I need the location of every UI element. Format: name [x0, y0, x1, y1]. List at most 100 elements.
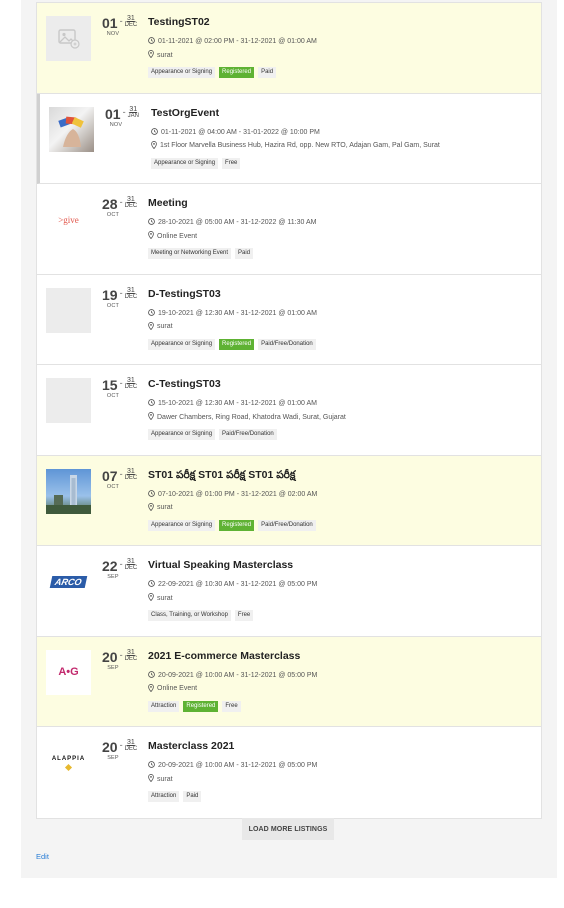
listing-time-text: 19-10-2021 @ 12:30 AM - 31-12-2021 @ 01:…: [158, 309, 317, 317]
listing-title[interactable]: Meeting: [148, 197, 188, 209]
start-day: 20: [102, 739, 118, 755]
date-separator: -: [119, 16, 123, 26]
listing-tag: Attraction: [148, 791, 180, 802]
listing-title[interactable]: TestOrgEvent: [151, 107, 219, 119]
listing-tag: Paid/Free/Donation: [258, 519, 316, 531]
listing-title[interactable]: Masterclass 2021: [148, 740, 234, 752]
clock-icon: [148, 670, 158, 680]
listing-time-text: 20-09-2021 @ 10:00 AM - 31-12-2021 @ 05:…: [158, 762, 318, 769]
listing-tag: Free: [234, 610, 254, 621]
listing-tag: Paid: [258, 67, 277, 78]
listing-title[interactable]: TestingST02: [148, 16, 210, 28]
end-month: JAN: [127, 112, 139, 119]
listing-tags: Attraction Registered Free: [148, 700, 241, 712]
listing-location-text: surat: [157, 51, 173, 59]
listing-item[interactable]: A•G 20-31 DEC SEP 2021 E-commerce Masterclas…: [37, 636, 541, 727]
event-date: 19-31 DEC OCT: [102, 287, 144, 309]
listing-title[interactable]: Virtual Speaking Masterclass: [148, 559, 293, 571]
event-thumbnail: [46, 287, 91, 333]
listing-time: 15-10-2021 @ 12:30 AM - 31-12-2021 @ 01:…: [148, 399, 317, 408]
listing-tags: Appearance or Signing Registered Paid/Free…: [148, 338, 316, 350]
start-month: NOV: [106, 31, 120, 37]
start-month: OCT: [106, 212, 120, 218]
listing-item[interactable]: 19-31 DEC OCT D-TestingST03 19-10-2021 @ 12:…: [37, 274, 541, 365]
edit-link[interactable]: Edit: [36, 852, 49, 861]
end-month: DEC: [124, 565, 138, 571]
listing-location-text: surat: [157, 775, 173, 783]
listing-tags: Class, Training, or Workshop Free: [148, 610, 254, 621]
listing-time-text: 22-09-2021 @ 10:30 AM - 31-12-2021 @ 05:…: [158, 581, 318, 588]
listing-tags: Appearance or Signing Paid/Free/Donation: [148, 429, 277, 440]
event-date: 07-31 DEC OCT: [102, 467, 144, 490]
listing-item[interactable]: 07-31 DEC OCT ST01 పరీక్ష ST01 పరీక్ష ST01 …: [37, 455, 541, 546]
listing-tags: Meeting or Networking Event Paid: [148, 248, 254, 259]
end-date: 31 JAN: [127, 106, 139, 119]
listing-title[interactable]: ST01 పరీక్ష ST01 పరీక్ష ST01 పరీక్ష: [148, 469, 295, 484]
listing-location-text: surat: [157, 504, 173, 511]
date-separator: -: [119, 378, 123, 388]
listing-tag: Appearance or Signing: [148, 338, 216, 350]
arco-logo: ARCO: [46, 559, 91, 604]
listing-tag: Attraction: [148, 700, 180, 712]
listing-tag: Paid: [235, 248, 254, 259]
listing-tag: Meeting or Networking Event: [148, 248, 232, 259]
load-more-button[interactable]: LOAD MORE LISTINGS: [242, 818, 334, 840]
alappia-logo: ALAPPIA: [46, 740, 91, 785]
date-separator: -: [119, 468, 123, 479]
end-month: DEC: [124, 384, 138, 390]
listing-item[interactable]: >give 28-31 DEC OCT Meeting 28-10-2021 @ 05:0…: [37, 184, 541, 275]
listing-item[interactable]: 15-31 DEC OCT C-TestingST03 15-10-2021 @ 12:…: [37, 365, 541, 456]
event-photo: [49, 106, 94, 152]
date-separator: -: [119, 559, 123, 569]
event-photo: [46, 468, 91, 514]
listing-title[interactable]: C-TestingST03: [148, 378, 221, 390]
start-day: 15: [102, 377, 118, 393]
date-separator: -: [122, 106, 126, 117]
registered-badge: Registered: [183, 700, 219, 712]
listing-tag: Appearance or Signing: [148, 67, 216, 78]
end-month: DEC: [124, 22, 138, 28]
listing-location-text: Online Event: [157, 232, 198, 240]
listing-title[interactable]: D-TestingST03: [148, 288, 221, 300]
listing-location: surat: [148, 774, 173, 784]
listing-tags: Appearance or Signing Free: [151, 157, 241, 169]
end-month: DEC: [124, 474, 138, 481]
listing-location: surat: [148, 321, 173, 332]
clock-icon: [148, 37, 158, 46]
listing-time: 01-11-2021 @ 04:00 AM - 31-01-2022 @ 10:…: [151, 127, 320, 137]
alappia-logo-mark: [64, 763, 73, 771]
listing-time: 22-09-2021 @ 10:30 AM - 31-12-2021 @ 05:…: [148, 580, 317, 589]
registered-badge: Registered: [219, 67, 255, 78]
map-pin-icon: [148, 412, 157, 422]
end-month: DEC: [124, 203, 138, 209]
listing-item[interactable]: ALAPPIA 20-31 DEC SEP Masterclass 2021 20-09-…: [37, 727, 541, 818]
listing-item[interactable]: 01-31 JAN NOV TestOrgEvent 01-11-2021 @ 04:0…: [37, 93, 541, 184]
clock-icon: [148, 761, 158, 770]
listing-item[interactable]: ARCO 22-31 DEC SEP Virtual Speaking Mastercl…: [37, 546, 541, 637]
map-pin-icon: [148, 502, 157, 513]
map-pin-icon: [151, 140, 160, 151]
listing-item[interactable]: 01-31 DEC NOV TestingST02 01-11-2021 @ 02:00…: [37, 3, 541, 94]
listing-time: 20-09-2021 @ 10:00 AM - 31-12-2021 @ 05:…: [148, 670, 318, 680]
map-pin-icon: [148, 593, 157, 603]
clock-icon: [151, 127, 161, 137]
listing-title[interactable]: 2021 E-commerce Masterclass: [148, 650, 300, 662]
end-month: DEC: [124, 655, 138, 662]
listing-tag: Class, Training, or Workshop: [148, 610, 231, 621]
start-month: NOV: [109, 121, 123, 128]
event-date: 20-31 DEC SEP: [102, 648, 144, 671]
listing-time-text: 20-09-2021 @ 10:00 AM - 31-12-2021 @ 05:…: [158, 671, 318, 679]
clock-icon: [148, 308, 158, 318]
registered-badge: Registered: [219, 338, 255, 350]
end-date: 31 DEC: [125, 739, 138, 752]
end-date: 31 DEC: [124, 377, 138, 390]
start-month: OCT: [106, 393, 120, 399]
listing-time: 07-10-2021 @ 01:00 PM - 31-12-2021 @ 02:…: [148, 489, 317, 499]
listing-time-text: 15-10-2021 @ 12:30 AM - 31-12-2021 @ 01:…: [158, 400, 317, 407]
start-day: 20: [102, 648, 118, 665]
listing-location-text: Dawer Chambers, Ring Road, Khatodra Wadi…: [157, 413, 346, 421]
registered-badge: Registered: [219, 519, 255, 531]
end-date: 31 DEC: [124, 15, 138, 28]
start-day: 07: [102, 467, 118, 484]
end-date: 31 DEC: [125, 287, 138, 300]
